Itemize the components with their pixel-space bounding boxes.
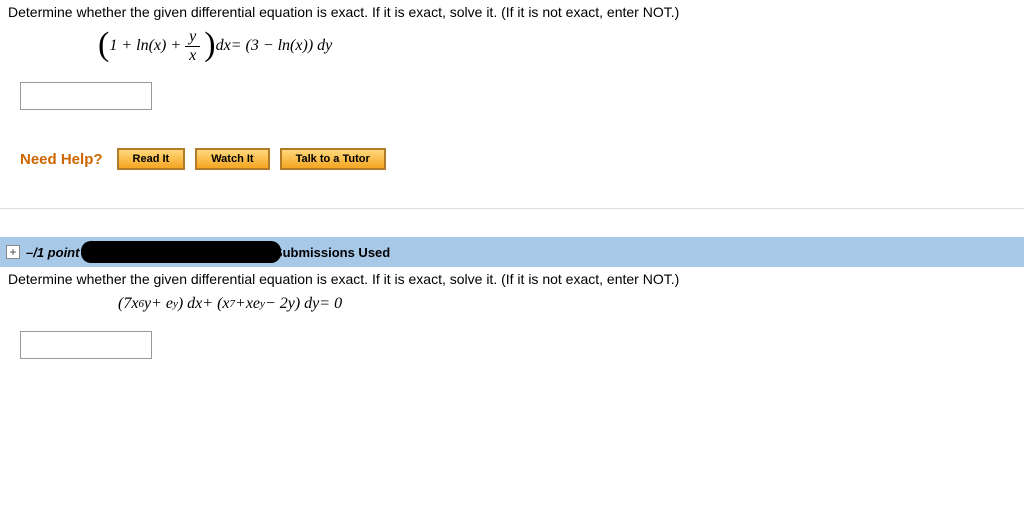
eq-var: x (131, 295, 138, 313)
expand-icon[interactable]: + (6, 245, 20, 259)
eq-var: x (246, 295, 253, 313)
eq-text: = 0 (319, 295, 342, 313)
redacted-region (81, 241, 281, 263)
question-1: Determine whether the given differential… (0, 0, 1024, 196)
eq-var: y (144, 295, 151, 313)
eq-var: x (295, 37, 302, 55)
fraction-den: x (185, 47, 200, 65)
talk-tutor-button[interactable]: Talk to a Tutor (280, 148, 386, 170)
eq-text: + (235, 295, 246, 313)
eq-var: y (325, 37, 332, 55)
eq-var: x (195, 295, 202, 313)
eq-var: x (154, 37, 161, 55)
fraction-num: y (185, 28, 200, 47)
eq-var: y (312, 295, 319, 313)
points-label: –/1 point (26, 245, 79, 260)
question-1-equation: ( 1 + ln(x) + y x ) dx = (3 − ln(x)) dy (98, 28, 1016, 64)
eq-text: e (253, 295, 260, 313)
eq-text: = (3 − ln( (231, 37, 296, 55)
eq-text: ) + (161, 37, 181, 55)
eq-text: ) d (295, 295, 312, 313)
question-1-prompt: Determine whether the given differential… (8, 4, 1016, 20)
watch-it-button[interactable]: Watch It (195, 148, 269, 170)
question-2-prompt: Determine whether the given differential… (8, 271, 1016, 287)
question-2: Determine whether the given differential… (0, 267, 1024, 371)
fraction: y x (185, 28, 200, 64)
help-row: Need Help? Read It Watch It Talk to a Tu… (20, 148, 1016, 170)
eq-text: (7 (118, 295, 131, 313)
answer-input-1[interactable] (20, 82, 152, 110)
eq-text: )) d (303, 37, 326, 55)
divider (0, 208, 1024, 209)
read-it-button[interactable]: Read It (117, 148, 186, 170)
question-2-header: + –/1 point /6 Submissions Used (0, 237, 1024, 267)
submissions-label: /6 Submissions Used (259, 245, 390, 260)
eq-text: − 2 (265, 295, 288, 313)
eq-text: ) d (178, 295, 195, 313)
eq-text: + e (151, 295, 173, 313)
answer-input-2[interactable] (20, 331, 152, 359)
question-2-equation: (7x6y + ey) dx + (x7 + xey − 2y) dy = 0 (118, 295, 1016, 313)
eq-var: x (224, 37, 231, 55)
eq-text: 1 + ln( (109, 37, 154, 55)
eq-var: x (222, 295, 229, 313)
eq-text: d (216, 37, 224, 55)
eq-text: + ( (202, 295, 222, 313)
need-help-label: Need Help? (20, 151, 103, 168)
eq-var: y (288, 295, 295, 313)
